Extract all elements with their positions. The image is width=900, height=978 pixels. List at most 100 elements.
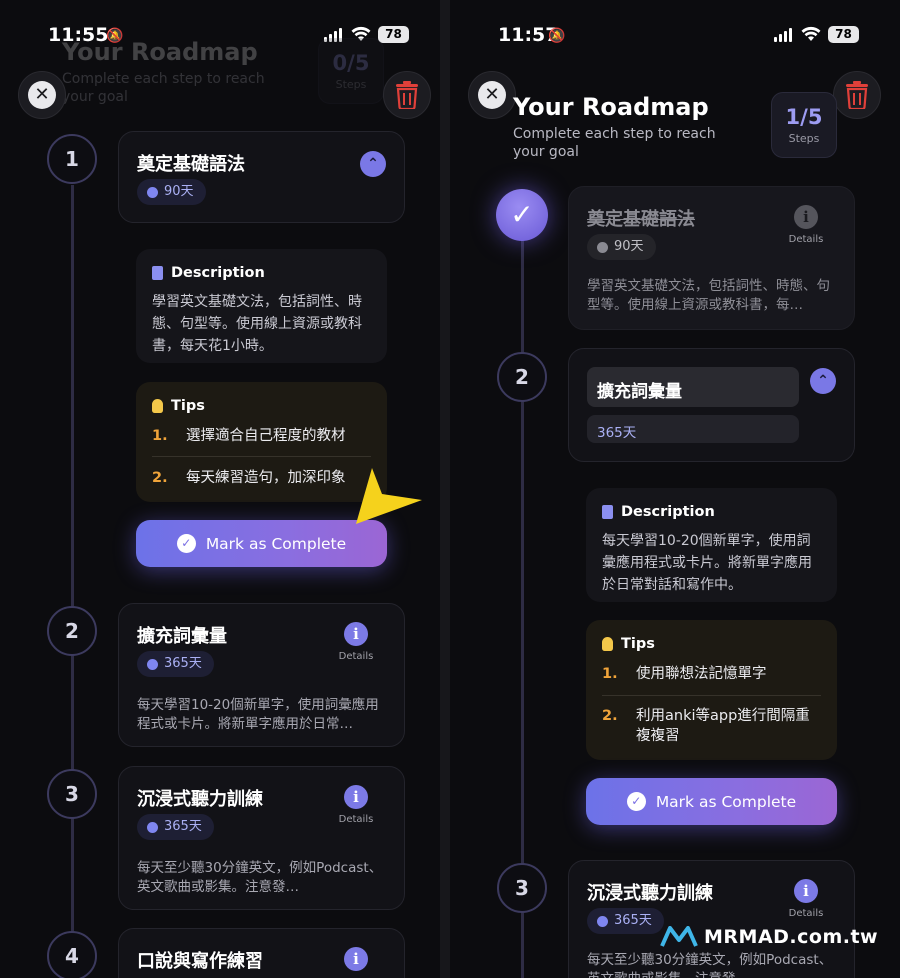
info-icon: i (794, 879, 818, 903)
step-card-3[interactable]: 沉浸式聽力訓練 365天 每天至少聽30分鐘英文，例如Podcast、英文歌曲或… (568, 860, 855, 978)
step-card-1[interactable]: 奠定基礎語法 90天 學習英文基礎文法，包括詞性、時態、句型等。使用線上資源或教… (568, 186, 855, 330)
step-title: 奠定基礎語法 (587, 209, 695, 230)
info-icon: i (794, 205, 818, 229)
page-title: Your Roadmap (513, 93, 709, 121)
step-title: 擴充詞彙量 (137, 626, 227, 647)
tip-item: 1. 選擇適合自己程度的教材 (152, 428, 346, 444)
page-subtitle: Complete each step to reach your goal (513, 126, 716, 160)
close-button[interactable]: ✕ (18, 71, 66, 119)
close-button[interactable]: ✕ (468, 71, 516, 119)
mark-complete-button[interactable]: ✓ Mark as Complete (586, 778, 837, 825)
step-card-4[interactable]: 口說與寫作練習 i (118, 928, 405, 978)
clock-icon (147, 821, 158, 833)
delete-button[interactable] (833, 71, 881, 119)
steps-counter: 0/5 Steps (318, 38, 384, 104)
status-bar: 11:57 🔕 78 (450, 22, 900, 50)
pointer-arrow-icon (356, 468, 422, 524)
step-number-2: 2 (47, 606, 97, 656)
trash-icon (846, 81, 868, 109)
step-card-2[interactable]: 擴充詞彙量 365天 ⌃ (568, 348, 855, 462)
steps-value: 0/5 (332, 51, 370, 75)
step-description: 學習英文基礎文法，包括詞性、時態、句型等。使用線上資源或教科書，每… (587, 278, 830, 313)
step-title: 口說與寫作練習 (137, 951, 263, 972)
cellular-signal-icon (774, 28, 792, 42)
steps-value: 1/5 (785, 105, 823, 129)
document-icon (602, 505, 613, 519)
step-number-3: 3 (497, 863, 547, 913)
step-title-input[interactable]: 擴充詞彙量 (587, 367, 799, 407)
details-button[interactable]: i (326, 947, 386, 971)
page-title: Your Roadmap (62, 38, 258, 66)
steps-counter: 1/5 Steps (771, 92, 837, 158)
step-card-1[interactable]: 奠定基礎語法 90天 ⌃ (118, 131, 405, 223)
clock-icon (147, 186, 158, 198)
description-panel: Description 每天學習10-20個新單字，使用詞彙應用程式或卡片。將新… (586, 488, 837, 602)
clock-icon (597, 915, 608, 927)
mark-complete-button[interactable]: ✓ Mark as Complete (136, 520, 387, 567)
lightbulb-icon (152, 399, 163, 413)
step-completed-check-icon: ✓ (496, 189, 548, 241)
step-description: 每天至少聽30分鐘英文，例如Podcast、英文歌曲或影集。注意發… (587, 952, 833, 978)
silent-bell-icon: 🔕 (548, 28, 566, 44)
tip-divider (152, 456, 371, 457)
step-number-4: 4 (47, 931, 97, 978)
mark-complete-label: Mark as Complete (655, 792, 797, 811)
step-number-2: 2 (497, 352, 547, 402)
lightbulb-icon (602, 637, 613, 651)
description-text: 每天學習10-20個新單字，使用詞彙應用程式或卡片。將新單字應用於日常對話和寫作… (602, 533, 812, 593)
watermark: MRMAD.com.tw (660, 926, 878, 948)
duration-badge: 90天 (137, 179, 206, 205)
clock-icon (147, 658, 158, 670)
steps-label: Steps (335, 78, 367, 91)
details-button[interactable]: i Details (776, 205, 836, 245)
step-title: 沉浸式聽力訓練 (587, 883, 713, 904)
document-icon (152, 266, 163, 280)
collapse-chevron-up-icon[interactable]: ⌃ (360, 151, 386, 177)
step-title: 沉浸式聽力訓練 (137, 789, 263, 810)
wifi-icon (801, 26, 821, 41)
description-heading: Description (621, 504, 715, 520)
tip-item: 1. 使用聯想法記憶單字 (602, 666, 767, 682)
collapse-chevron-up-icon[interactable]: ⌃ (810, 368, 836, 394)
duration-badge: 365天 (587, 908, 664, 934)
timeline-line (71, 185, 74, 975)
info-icon: i (344, 622, 368, 646)
details-button[interactable]: i Details (776, 879, 836, 919)
trash-icon (396, 81, 418, 109)
close-icon: ✕ (28, 81, 56, 109)
battery-indicator: 78 (828, 26, 859, 43)
page-subtitle: Complete each step to reach your goal (62, 71, 265, 105)
close-icon: ✕ (478, 81, 506, 109)
step-card-3[interactable]: 沉浸式聽力訓練 365天 每天至少聽30分鐘英文，例如Podcast、英文歌曲或… (118, 766, 405, 910)
tip-item: 2. 每天練習造句，加深印象 (152, 470, 346, 486)
tips-heading: Tips (621, 636, 655, 652)
duration-badge: 365天 (137, 651, 214, 677)
details-button[interactable]: i Details (326, 785, 386, 825)
tip-divider (602, 695, 821, 696)
duration-input[interactable]: 365天 (587, 415, 799, 443)
step-description: 每天學習10-20個新單字，使用詞彙應用程式或卡片。將新單字應用於日常… (137, 697, 379, 732)
checkmark-icon: ✓ (176, 534, 196, 553)
step-title: 奠定基礎語法 (137, 154, 245, 175)
clock-icon (597, 241, 608, 253)
screen-divider (440, 0, 450, 978)
step-description: 每天至少聽30分鐘英文，例如Podcast、英文歌曲或影集。注意發… (137, 860, 383, 895)
right-screen: 11:57 🔕 78 ✕ Your Roadmap Complete each … (450, 0, 900, 978)
tips-panel: Tips 1. 選擇適合自己程度的教材 2. 每天練習造句，加深印象 (136, 382, 387, 502)
left-screen: 11:55 🔕 78 Your Roadmap Complete each st… (0, 0, 440, 978)
step-number-1: 1 (47, 134, 97, 184)
details-button[interactable]: i Details (326, 622, 386, 662)
info-icon: i (344, 947, 368, 971)
checkmark-icon: ✓ (626, 792, 646, 811)
tips-heading: Tips (171, 398, 205, 414)
duration-badge: 365天 (137, 814, 214, 840)
watermark-logo-icon (660, 926, 698, 947)
step-card-2[interactable]: 擴充詞彙量 365天 每天學習10-20個新單字，使用詞彙應用程式或卡片。將新單… (118, 603, 405, 747)
tip-item: 2. 利用anki等app進行間隔重複複習 (602, 708, 810, 744)
delete-button[interactable] (383, 71, 431, 119)
mark-complete-label: Mark as Complete (205, 534, 347, 553)
battery-indicator: 78 (378, 26, 409, 43)
duration-badge: 90天 (587, 234, 656, 260)
description-text: 學習英文基礎文法，包括詞性、時態、句型等。使用線上資源或教科書，每天花1小時。 (152, 294, 362, 354)
steps-label: Steps (788, 132, 820, 145)
